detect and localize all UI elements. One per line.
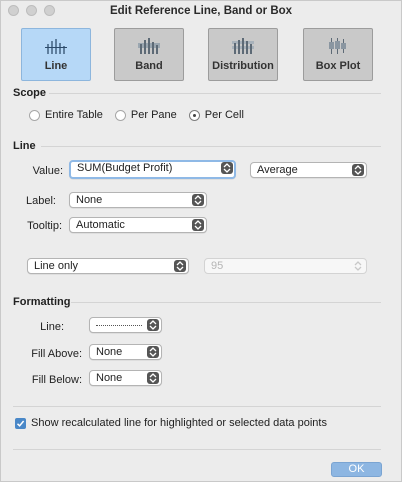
- chevron-updown-icon: [147, 319, 159, 331]
- value-select[interactable]: SUM(Budget Profit): [69, 160, 236, 179]
- dotted-line-style-icon: [96, 325, 142, 326]
- distribution-chart-icon: [232, 38, 254, 54]
- recalculated-line-checkbox[interactable]: Show recalculated line for highlighted o…: [15, 417, 327, 429]
- type-band-button[interactable]: Band: [114, 28, 184, 81]
- fill-above-select-text: None: [96, 346, 123, 358]
- label-field-label: Label:: [26, 195, 56, 207]
- fill-above-select[interactable]: None: [89, 344, 162, 360]
- line-style-select[interactable]: [89, 317, 162, 333]
- chevron-updown-icon: [221, 162, 233, 174]
- type-boxplot-label: Box Plot: [315, 60, 361, 72]
- ok-button[interactable]: OK: [331, 462, 382, 477]
- chevron-updown-icon: [147, 372, 159, 384]
- confidence-mode-select[interactable]: Line only: [27, 258, 189, 274]
- line-divider: [41, 146, 381, 147]
- radio-dot-selected: [188, 109, 200, 121]
- scope-per-cell-label: Per Cell: [204, 109, 244, 121]
- value-select-text: SUM(Budget Profit): [77, 162, 173, 174]
- scope-per-pane-label: Per Pane: [130, 109, 177, 121]
- confidence-percent-text: 95: [211, 260, 224, 272]
- scope-entire-table-radio[interactable]: Entire Table: [29, 109, 103, 121]
- box-plot-icon: [327, 38, 349, 54]
- checkmark-icon: [15, 417, 26, 429]
- chevron-updown-icon: [352, 260, 364, 272]
- tooltip-select[interactable]: Automatic: [69, 217, 207, 233]
- tooltip-label: Tooltip:: [27, 220, 62, 232]
- recalculated-line-label: Show recalculated line for highlighted o…: [31, 417, 327, 429]
- close-window-button[interactable]: [8, 5, 19, 16]
- scope-entire-table-label: Entire Table: [45, 109, 103, 121]
- formatting-divider: [71, 302, 381, 303]
- type-distribution-button[interactable]: Distribution: [208, 28, 278, 81]
- label-select-text: None: [76, 194, 103, 206]
- type-boxplot-button[interactable]: Box Plot: [303, 28, 373, 81]
- confidence-mode-text: Line only: [34, 260, 79, 272]
- value-label: Value:: [32, 165, 63, 177]
- chevron-updown-icon: [192, 194, 204, 206]
- confidence-percent-select: 95: [204, 258, 367, 274]
- radio-dot: [114, 109, 126, 121]
- scope-radio-group: Entire Table Per Pane Per Cell: [29, 109, 256, 121]
- fill-below-select[interactable]: None: [89, 370, 162, 386]
- checkbox-divider: [13, 406, 381, 407]
- line-section-title: Line: [13, 140, 36, 152]
- scope-divider: [49, 93, 381, 94]
- title-bar: Edit Reference Line, Band or Box: [1, 1, 401, 21]
- formatting-section-title: Formatting: [13, 296, 71, 308]
- type-distribution-label: Distribution: [212, 60, 274, 72]
- dialog-window: Edit Reference Line, Band or Box Line Ba…: [0, 0, 402, 482]
- fill-below-select-text: None: [96, 372, 123, 384]
- type-line-button[interactable]: Line: [21, 28, 91, 81]
- scope-section-title: Scope: [13, 87, 47, 99]
- minimize-window-button[interactable]: [26, 5, 37, 16]
- line-chart-icon: [45, 38, 67, 54]
- fill-below-label: Fill Below:: [31, 374, 82, 386]
- label-select[interactable]: None: [69, 192, 207, 208]
- window-controls: [8, 5, 55, 16]
- chevron-updown-icon: [147, 346, 159, 358]
- chevron-updown-icon: [352, 164, 364, 176]
- footer-divider: [13, 449, 381, 450]
- type-line-label: Line: [44, 60, 68, 72]
- chevron-updown-icon: [174, 260, 186, 272]
- scope-per-cell-radio[interactable]: Per Cell: [188, 109, 244, 121]
- band-chart-icon: [138, 38, 160, 54]
- window-title: Edit Reference Line, Band or Box: [109, 5, 293, 17]
- chevron-updown-icon: [192, 219, 204, 231]
- aggregation-select-text: Average: [257, 164, 298, 176]
- format-line-label: Line:: [40, 321, 64, 333]
- radio-dot: [29, 109, 40, 121]
- aggregation-select[interactable]: Average: [250, 162, 367, 178]
- zoom-window-button[interactable]: [44, 5, 55, 16]
- tooltip-select-text: Automatic: [76, 219, 125, 231]
- scope-per-pane-radio[interactable]: Per Pane: [114, 109, 177, 121]
- type-band-label: Band: [135, 60, 163, 72]
- fill-above-label: Fill Above:: [31, 348, 82, 360]
